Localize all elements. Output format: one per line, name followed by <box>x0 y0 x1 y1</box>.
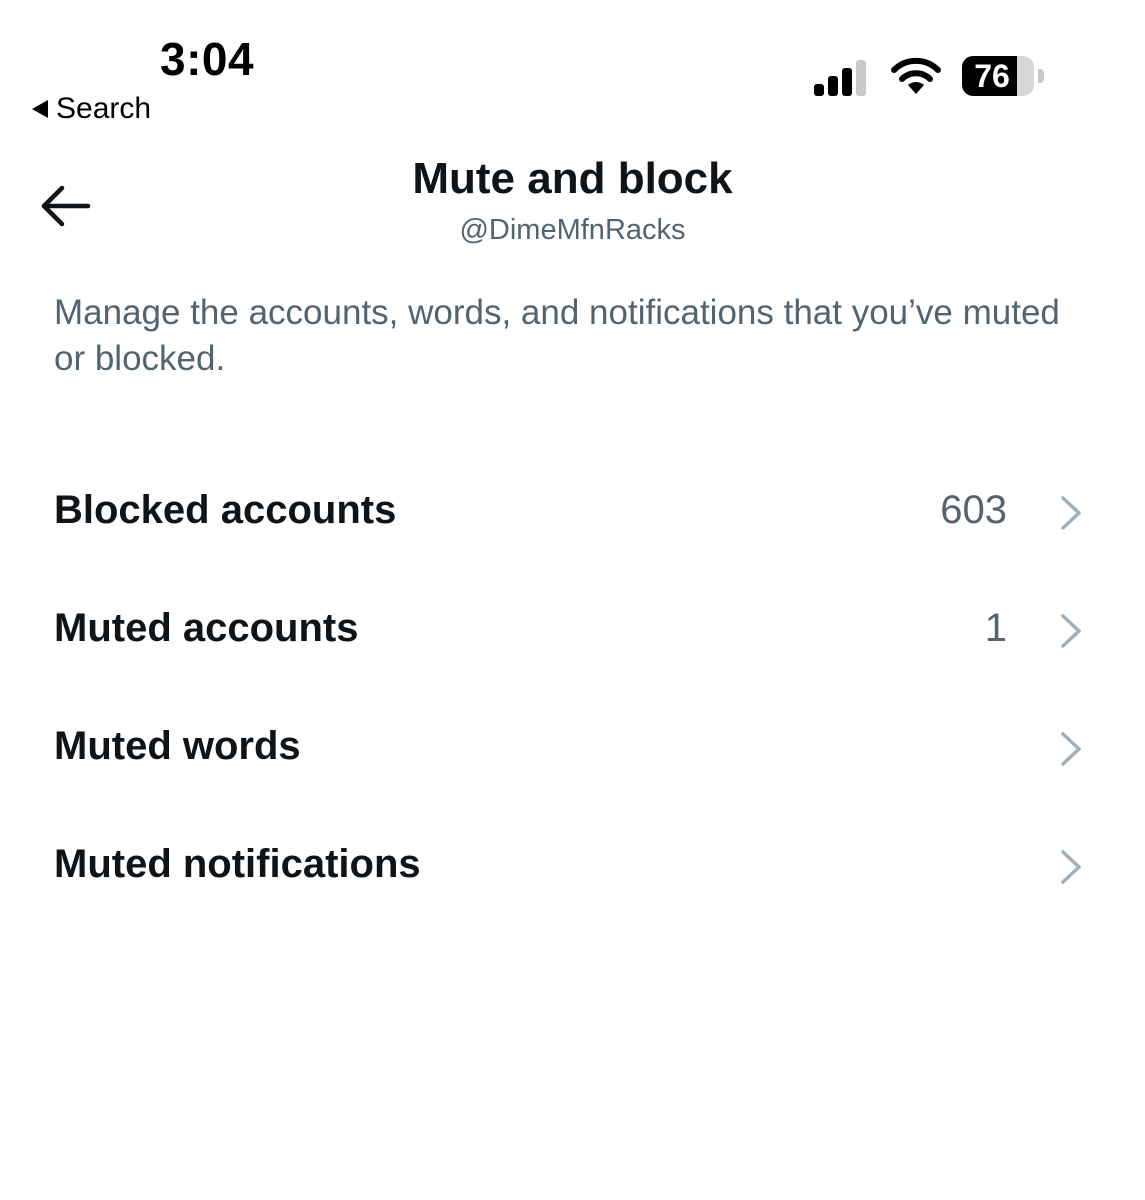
page-title: Mute and block <box>412 154 733 203</box>
back-to-app-label: Search <box>56 92 152 125</box>
battery-body: 76 <box>962 56 1034 96</box>
wifi-icon <box>891 57 941 94</box>
chevron-right-icon <box>1061 850 1081 884</box>
settings-row-label: Muted words <box>54 724 301 768</box>
status-time: 3:04 <box>160 33 255 85</box>
back-to-app-link[interactable]: Search <box>32 92 151 126</box>
settings-row-blocked-accounts[interactable]: Blocked accounts 603 <box>0 454 1145 572</box>
settings-row-count: 1 <box>984 606 1007 650</box>
chevron-right-icon <box>1061 614 1081 648</box>
page-description: Manage the accounts, words, and notifica… <box>54 293 1060 378</box>
settings-list: Blocked accounts 603 Muted accounts 1 Mu… <box>0 454 1145 926</box>
battery-cap <box>1038 69 1044 83</box>
settings-row-count: 603 <box>940 488 1007 532</box>
status-bar: 3:04 Search 76 <box>0 0 1145 140</box>
cellular-signal-icon <box>814 60 866 96</box>
settings-row-label: Blocked accounts <box>54 488 397 532</box>
account-username: @DimeMfnRacks <box>459 214 686 246</box>
settings-row-muted-words[interactable]: Muted words <box>0 690 1145 808</box>
page-header: Mute and block @DimeMfnRacks <box>0 140 1145 270</box>
battery-level: 76 <box>974 58 1010 94</box>
settings-row-label: Muted notifications <box>54 842 421 886</box>
chevron-right-icon <box>1061 732 1081 766</box>
battery-icon: 76 <box>962 56 1048 96</box>
chevron-right-icon <box>1061 496 1081 530</box>
settings-row-muted-notifications[interactable]: Muted notifications <box>0 808 1145 926</box>
settings-row-muted-accounts[interactable]: Muted accounts 1 <box>0 572 1145 690</box>
back-triangle-icon <box>32 100 48 118</box>
settings-row-label: Muted accounts <box>54 606 359 650</box>
